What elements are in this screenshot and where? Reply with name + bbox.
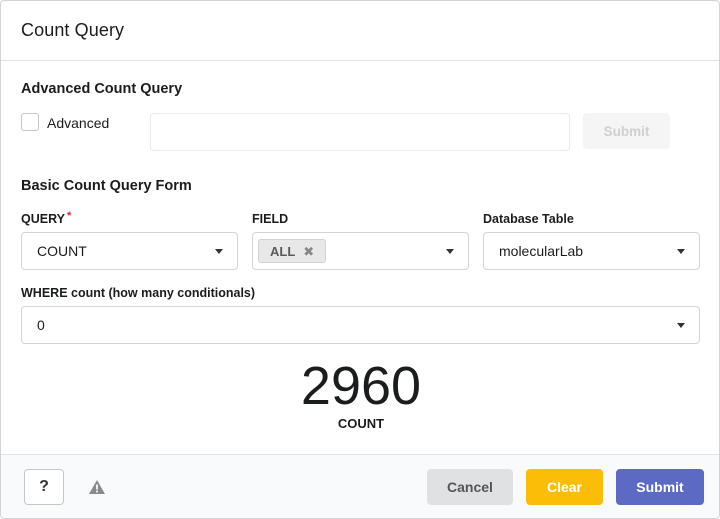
modal-footer: ? Cancel Clear Submit [1, 454, 719, 518]
help-button[interactable]: ? [24, 469, 64, 505]
required-star-icon: * [67, 210, 72, 222]
query-dropdown-value: COUNT [37, 243, 87, 259]
submit-button[interactable]: Submit [616, 469, 704, 505]
chip-label: ALL [270, 243, 296, 259]
caret-down-icon [677, 249, 685, 254]
field-chip-all: ALL ✖ [258, 239, 327, 263]
query-label: QUERY * [21, 210, 72, 226]
cancel-button[interactable]: Cancel [427, 469, 513, 505]
caret-down-icon [677, 323, 685, 328]
warning-triangle-icon [89, 480, 105, 494]
advanced-query-input[interactable] [150, 113, 570, 151]
advanced-checkbox-label[interactable]: Advanced [47, 115, 109, 131]
advanced-submit-button[interactable]: Submit [583, 113, 670, 149]
where-label: WHERE count (how many conditionals) [21, 286, 256, 300]
basic-section-title: Basic Count Query Form [21, 178, 192, 194]
where-count-dropdown[interactable]: 0 [21, 306, 700, 344]
advanced-section-title: Advanced Count Query [21, 81, 183, 97]
field-dropdown[interactable]: ALL ✖ [252, 232, 469, 270]
query-dropdown[interactable]: COUNT [21, 232, 238, 270]
field-label: FIELD [252, 212, 289, 226]
caret-down-icon [446, 249, 454, 254]
modal-header: Count Query [1, 1, 719, 61]
database-table-label: Database Table [483, 212, 574, 226]
query-label-text: QUERY [21, 212, 65, 226]
advanced-checkbox[interactable] [21, 113, 39, 131]
count-query-modal: Count Query Advanced Count Query Advance… [0, 0, 720, 519]
database-table-dropdown[interactable]: molecularLab [483, 232, 700, 270]
database-table-value: molecularLab [499, 243, 584, 259]
caret-down-icon [215, 249, 223, 254]
remove-icon[interactable]: ✖ [303, 245, 314, 258]
count-result-value: 2960 [300, 356, 422, 416]
modal-title: Count Query [21, 20, 125, 40]
clear-button[interactable]: Clear [526, 469, 603, 505]
count-result-label: COUNT [337, 416, 385, 431]
where-count-value: 0 [37, 317, 45, 333]
